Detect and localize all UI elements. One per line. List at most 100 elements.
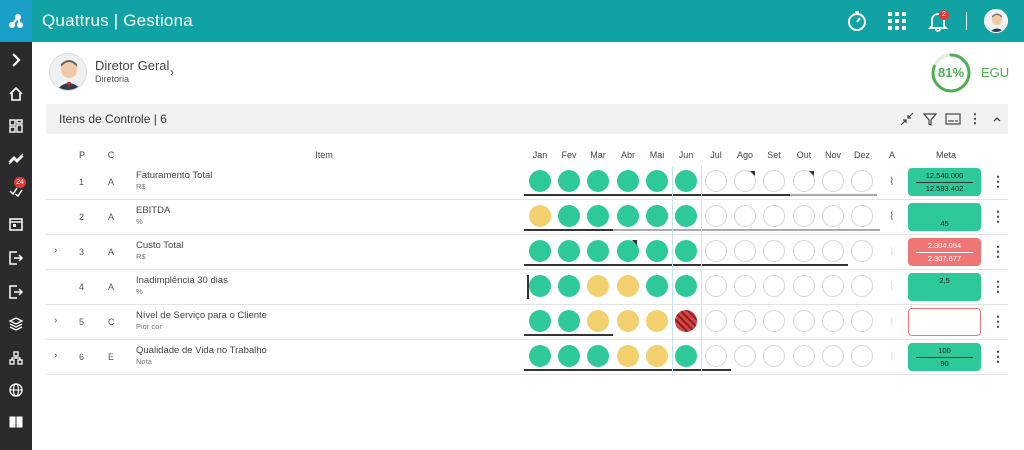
item-name[interactable]: Faturamento Total — [136, 170, 212, 181]
month-status-circle[interactable] — [617, 310, 639, 332]
month-status-circle[interactable] — [705, 275, 727, 297]
month-status-circle[interactable] — [763, 275, 785, 297]
month-status-circle[interactable] — [617, 345, 639, 367]
logout-icon[interactable] — [0, 242, 32, 274]
month-status-circle[interactable] — [617, 170, 639, 192]
item-name[interactable]: Nível de Serviço para o Cliente — [136, 310, 267, 321]
user-avatar[interactable] — [49, 53, 87, 91]
month-status-circle[interactable] — [705, 345, 727, 367]
month-status-circle[interactable] — [587, 205, 609, 227]
month-status-circle[interactable] — [646, 275, 668, 297]
month-status-circle[interactable] — [646, 310, 668, 332]
table-row[interactable]: 4 A Inadimplência 30 dias% ⌇ 2,5 ⋮ — [46, 270, 1008, 305]
month-status-circle[interactable] — [763, 170, 785, 192]
month-status-circle[interactable] — [763, 310, 785, 332]
month-status-circle[interactable] — [822, 310, 844, 332]
month-status-circle[interactable] — [851, 345, 873, 367]
item-name[interactable]: Inadimplência 30 dias — [136, 275, 228, 286]
item-name[interactable]: Qualidade de Vida no Trabalho — [136, 345, 267, 356]
month-status-circle[interactable] — [851, 275, 873, 297]
table-row[interactable]: 1 A Faturamento Total R$ ⌇ 12.540.000 12.583.4… — [46, 165, 1008, 200]
month-status-circle[interactable] — [851, 240, 873, 262]
month-status-circle[interactable] — [646, 170, 668, 192]
meta-value[interactable]: 2,5 — [908, 273, 981, 301]
org-chart-icon[interactable] — [0, 342, 32, 374]
month-status-circle[interactable] — [734, 310, 756, 332]
tasks-icon[interactable]: 24 — [0, 174, 32, 206]
month-status-circle[interactable] — [617, 240, 639, 262]
month-status-circle[interactable] — [587, 170, 609, 192]
month-status-circle[interactable] — [793, 205, 815, 227]
filter-icon[interactable] — [922, 111, 938, 127]
attachment-icon[interactable]: ⌇ — [889, 210, 894, 223]
app-logo-icon[interactable] — [0, 0, 32, 42]
row-menu-icon[interactable]: ⋮ — [991, 208, 1005, 225]
exit-icon[interactable] — [0, 276, 32, 308]
month-status-circle[interactable] — [851, 205, 873, 227]
dashboard-icon[interactable] — [0, 110, 32, 142]
row-menu-icon[interactable]: ⋮ — [991, 278, 1005, 295]
month-status-circle[interactable] — [851, 310, 873, 332]
stopwatch-icon[interactable] — [845, 9, 869, 33]
month-status-circle[interactable] — [529, 310, 551, 332]
table-row[interactable]: 2 A EBITDA% ⌇ 45 ⋮ — [46, 200, 1008, 235]
month-status-circle[interactable] — [617, 275, 639, 297]
attachment-icon[interactable]: ⌇ — [889, 175, 894, 188]
month-status-circle[interactable] — [646, 205, 668, 227]
chevron-right-icon[interactable] — [0, 44, 32, 76]
month-status-circle[interactable] — [734, 275, 756, 297]
table-row[interactable]: › 5 C Nível de Serviço para o Cliente Pior c… — [46, 305, 1008, 340]
row-menu-icon[interactable]: ⋮ — [991, 348, 1005, 365]
month-status-circle[interactable] — [822, 275, 844, 297]
month-status-circle[interactable] — [734, 345, 756, 367]
bell-icon[interactable]: 2 — [926, 9, 950, 33]
calendar-icon[interactable] — [0, 208, 32, 240]
apps-grid-icon[interactable] — [885, 9, 909, 33]
month-status-circle[interactable] — [617, 205, 639, 227]
globe-icon[interactable] — [0, 374, 32, 406]
month-status-circle[interactable] — [793, 310, 815, 332]
user-name[interactable]: Diretor Geral — [95, 58, 169, 73]
month-status-circle[interactable] — [529, 275, 551, 297]
subtitles-icon[interactable] — [945, 111, 961, 127]
expand-chevron-icon[interactable]: › — [54, 315, 57, 326]
month-status-circle[interactable] — [675, 275, 697, 297]
month-status-circle[interactable] — [529, 345, 551, 367]
month-status-circle[interactable] — [529, 170, 551, 192]
month-status-circle[interactable] — [529, 240, 551, 262]
month-status-circle[interactable] — [587, 345, 609, 367]
row-menu-icon[interactable]: ⋮ — [991, 173, 1005, 190]
avatar[interactable] — [984, 9, 1008, 33]
month-status-circle[interactable] — [705, 310, 727, 332]
month-status-circle[interactable] — [558, 240, 580, 262]
meta-value[interactable]: 100 90 — [908, 343, 981, 371]
month-status-circle[interactable] — [587, 310, 609, 332]
month-status-circle[interactable] — [675, 170, 697, 192]
month-status-circle[interactable] — [529, 205, 551, 227]
month-status-circle[interactable] — [558, 275, 580, 297]
chevron-right-icon[interactable]: › — [170, 65, 174, 79]
table-row[interactable]: › 3 A Custo Total R$ ⌇ 2.304.054 2.307.677 ⋮ — [46, 235, 1008, 270]
meta-value[interactable]: 2.304.054 2.307.677 — [908, 238, 981, 266]
chevron-up-icon[interactable] — [989, 111, 1005, 127]
month-status-circle[interactable] — [675, 345, 697, 367]
month-status-circle[interactable] — [793, 345, 815, 367]
month-status-circle[interactable] — [558, 170, 580, 192]
item-name[interactable]: EBITDA — [136, 205, 170, 216]
month-status-circle[interactable] — [822, 170, 844, 192]
month-status-circle[interactable] — [822, 345, 844, 367]
month-status-circle[interactable] — [793, 170, 815, 192]
month-status-circle[interactable] — [675, 310, 697, 332]
month-status-circle[interactable] — [822, 240, 844, 262]
meta-value[interactable]: 45 — [908, 203, 981, 231]
month-status-circle[interactable] — [646, 240, 668, 262]
month-status-circle[interactable] — [851, 170, 873, 192]
month-status-circle[interactable] — [763, 345, 785, 367]
month-status-circle[interactable] — [705, 240, 727, 262]
month-status-circle[interactable] — [558, 345, 580, 367]
item-name[interactable]: Custo Total — [136, 240, 183, 251]
row-menu-icon[interactable]: ⋮ — [991, 313, 1005, 330]
month-status-circle[interactable] — [587, 240, 609, 262]
month-status-circle[interactable] — [734, 240, 756, 262]
expand-chevron-icon[interactable]: › — [54, 350, 57, 361]
